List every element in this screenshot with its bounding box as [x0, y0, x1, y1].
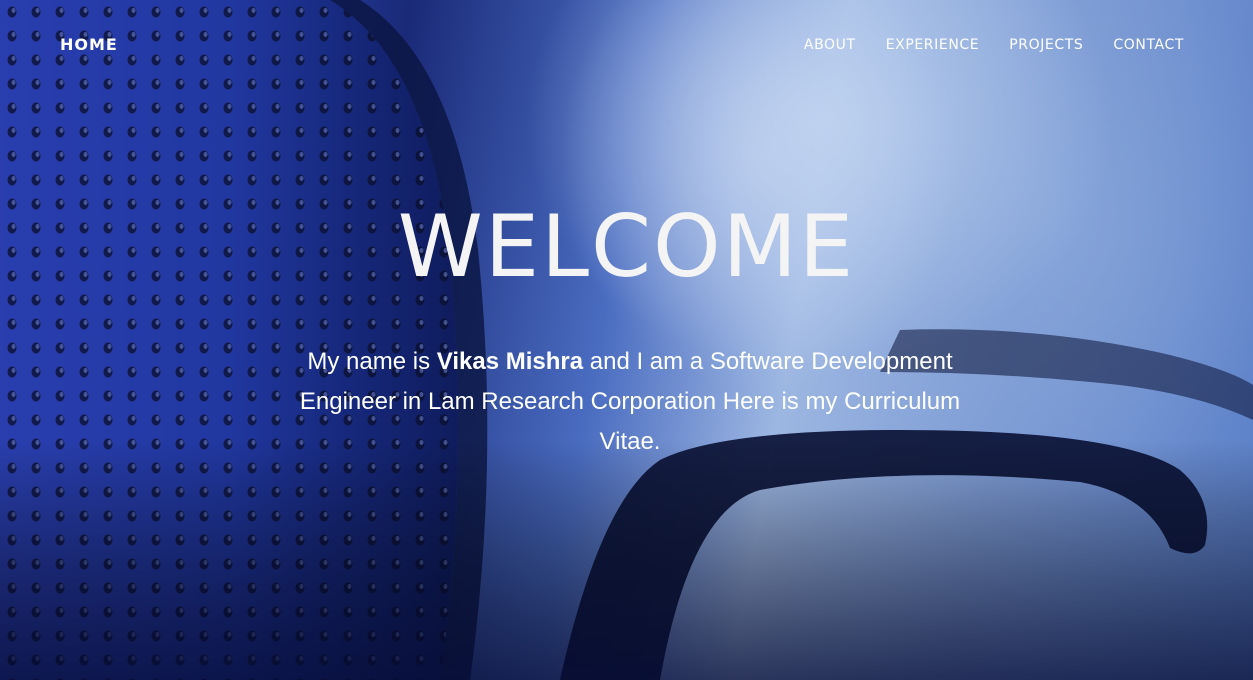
chair-background-image: [0, 0, 1253, 680]
nav-projects-link[interactable]: PROJECTS: [1009, 37, 1083, 53]
nav-about-link[interactable]: ABOUT: [804, 37, 856, 53]
hero-section: HOME ABOUT EXPERIENCE PROJECTS CONTACT W…: [0, 0, 1253, 680]
nav-experience-link[interactable]: EXPERIENCE: [886, 37, 980, 53]
welcome-heading: WELCOME: [397, 197, 856, 297]
top-navbar: HOME ABOUT EXPERIENCE PROJECTS CONTACT: [0, 0, 1253, 90]
intro-prefix-text: My name is: [307, 348, 437, 375]
nav-home-link[interactable]: HOME: [60, 35, 118, 54]
nav-links: ABOUT EXPERIENCE PROJECTS CONTACT: [804, 37, 1184, 53]
nav-contact-link[interactable]: CONTACT: [1113, 37, 1184, 53]
intro-name-text: Vikas Mishra: [436, 348, 584, 375]
intro-paragraph: My name is Vikas Mishra and I am a Softw…: [276, 342, 984, 462]
